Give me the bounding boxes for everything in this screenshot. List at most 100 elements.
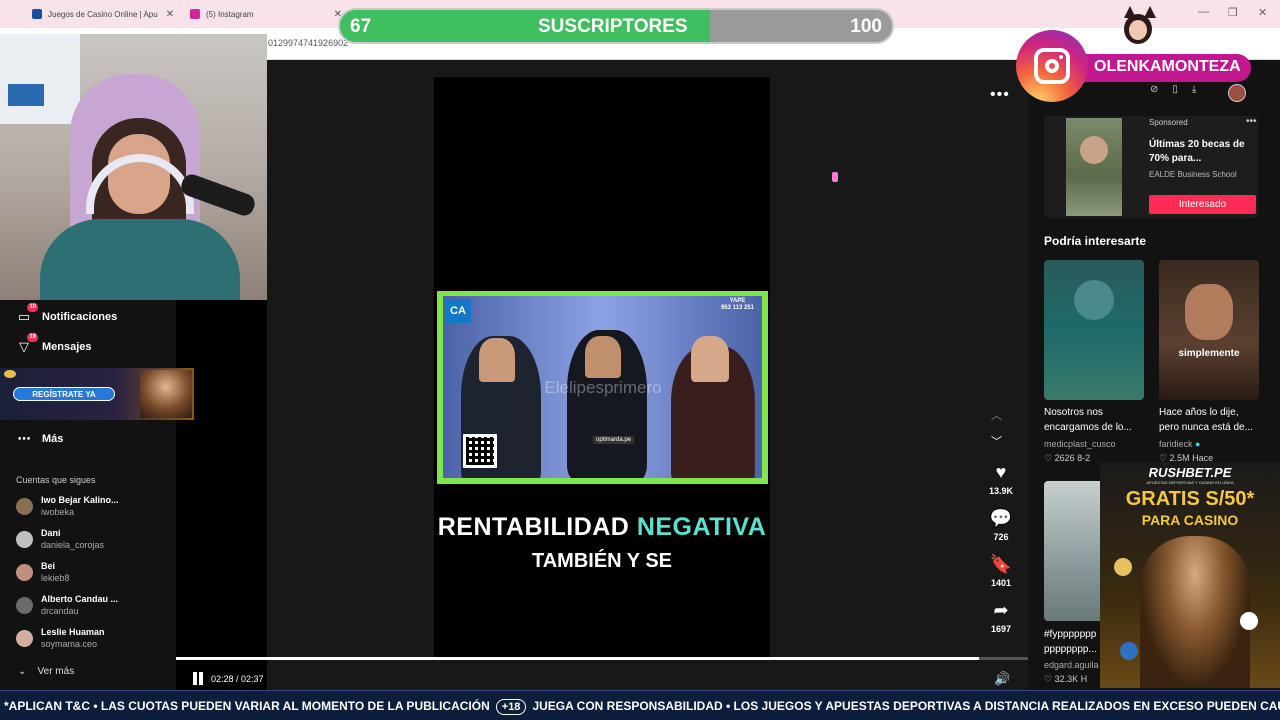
recommendation-thumbnail[interactable]: simplemente [1159, 260, 1259, 400]
like-count: 13.9K [988, 486, 1014, 496]
bookmark-action[interactable]: 🔖 1401 [982, 554, 1020, 588]
ad-more-icon[interactable]: ••• [1246, 116, 1257, 127]
register-ad-banner[interactable]: REGÍSTRATE YA [0, 368, 194, 420]
following-item[interactable]: Iwo Bejar Kalino... iwobeka [16, 495, 166, 521]
maximize-icon[interactable]: ❐ [1228, 6, 1238, 19]
nav-more[interactable]: ⋯ Más [16, 431, 64, 447]
video-progress-bar[interactable] [176, 657, 1028, 660]
avatar [16, 564, 33, 581]
comment-icon: 💬 [989, 508, 1013, 528]
recommendation-author[interactable]: faridieck ● [1159, 439, 1200, 449]
instagram-icon [1034, 48, 1070, 84]
age-restriction-badge: +18 [495, 699, 527, 715]
following-name: Dani [41, 528, 61, 538]
see-more-label: Ver más [37, 666, 75, 677]
clip-yape-label: YAPE 953 113 251 [721, 298, 754, 312]
cat-girl-mascot [1118, 6, 1158, 52]
clip-banner: optimarda.pe [593, 436, 635, 444]
phone-icon[interactable]: ▯ [1172, 84, 1178, 95]
nav-messages[interactable]: ▽ 19 Mensajes [16, 333, 92, 355]
share-icon: ➦ [993, 600, 1009, 620]
register-button[interactable]: REGÍSTRATE YA [13, 387, 115, 401]
recommendation-age: H [1080, 674, 1088, 684]
previous-video-icon[interactable]: ︿ [991, 407, 1002, 423]
disclaimer-ticker: *APLICAN T&C • LAS CUOTAS PUEDEN VARIAR … [0, 690, 1280, 720]
person-left-face [479, 338, 515, 382]
nav-label: Mensajes [42, 341, 92, 353]
tab-title: (5) Instagram [206, 9, 254, 19]
bell-icon: ▭ 10 [17, 303, 38, 324]
sponsored-label: Sponsored [1149, 118, 1188, 127]
following-item[interactable]: Leslie Huaman soymama.ceo [16, 627, 166, 653]
subscriber-goal-bar: 67 SUSCRIPTORES 100 [338, 8, 894, 44]
minimize-icon[interactable]: — [1198, 6, 1209, 18]
coin-icon [4, 370, 16, 378]
see-more-link[interactable]: ⌄ Ver más [18, 666, 74, 677]
avatar [16, 498, 33, 515]
following-item[interactable]: Bei lekieb8 [16, 561, 166, 587]
pause-icon[interactable] [192, 672, 204, 685]
close-icon[interactable]: ✕ [166, 9, 174, 20]
toolbar-icons: ⊘ ▯ ⤓ [1150, 84, 1196, 95]
nav-notifications[interactable]: ▭ 10 Notificaciones [16, 303, 117, 325]
caption-highlight: NEGATIVA [636, 513, 767, 541]
ad-model-image [140, 370, 192, 418]
recommendation-stats: ♡ 2626 8-2 [1044, 453, 1090, 464]
ad-title: Últimas 20 becas de 70% para... [1149, 139, 1245, 164]
profile-avatar[interactable] [1228, 84, 1246, 102]
ticker-segment: JUEGA CON RESPONSABILIDAD • LOS JUEGOS Y… [532, 699, 1280, 713]
recommendation-thumbnail[interactable] [1044, 260, 1144, 400]
recommendation-likes: 32.3K [1054, 674, 1079, 684]
close-window-icon[interactable]: ✕ [1258, 6, 1267, 19]
recommendation-author[interactable]: edgard.aguila [1044, 660, 1099, 670]
person-right-face [691, 336, 729, 382]
url-text: 0129974741926902 [268, 38, 349, 48]
author-name: faridieck [1159, 439, 1193, 449]
compass-icon[interactable]: ⊘ [1150, 84, 1158, 95]
message-badge: 19 [27, 333, 38, 342]
rushbet-logo: RUSHBET.PE [1148, 465, 1232, 480]
recommendation-author[interactable]: medicplast_cusco [1044, 439, 1116, 449]
creator-face [1185, 284, 1233, 340]
recommendation-age: 8-2 [1077, 453, 1091, 463]
next-video-icon[interactable]: ﹀ [991, 433, 1002, 449]
tab-title: Juegos de Casino Online | Apu [48, 9, 158, 19]
bookmark-count: 1401 [990, 578, 1012, 588]
background-screen [8, 84, 44, 106]
casino-chip-icon [1114, 558, 1132, 576]
following-handle: drcandau [41, 606, 79, 616]
browser-tab-instagram[interactable]: (5) Instagram ✕ [190, 4, 342, 24]
download-icon[interactable]: ⤓ [1192, 84, 1196, 95]
dice-icon [1240, 612, 1258, 630]
interested-button[interactable]: Interesado [1149, 195, 1256, 214]
following-item[interactable]: Dani daniela_corojas [16, 528, 166, 554]
webcam-feed [0, 34, 267, 300]
comment-action[interactable]: 💬 726 [982, 508, 1020, 542]
more-dots-icon: ⋯ [17, 431, 31, 446]
ticker-segment: *APLICAN T&C • LAS CUOTAS PUEDEN VARIAR … [4, 699, 490, 713]
chevron-down-icon: ⌄ [18, 666, 27, 677]
person-center-face [585, 336, 621, 378]
thumbnail-overlay-text: simplemente [1178, 348, 1240, 359]
rushbet-ad: RUSHBET.PE APUESTAS DEPORTIVAS Y CASINO … [1100, 462, 1280, 688]
surgeon-figure [1074, 280, 1114, 320]
avatar [16, 597, 33, 614]
recommendation-title[interactable]: Hace años lo dije, pero nunca está de... [1159, 405, 1259, 435]
heart-outline-icon: ♡ [1044, 674, 1053, 684]
share-action[interactable]: ➦ 1697 [982, 600, 1020, 634]
recommendation-title[interactable]: Nosotros nos encargamos de lo... [1044, 405, 1144, 435]
following-item[interactable]: Alberto Candau ... drcandau [16, 594, 166, 620]
instagram-favicon-icon [190, 9, 200, 19]
browser-tab-casino[interactable]: Juegos de Casino Online | Apu ✕ [32, 4, 174, 24]
mouse-cursor-icon [832, 172, 838, 182]
sponsored-ad-card[interactable]: Sponsored ••• Últimas 20 becas de 70% pa… [1044, 116, 1258, 218]
video-controls: 02:28 / 02:37 🔊 [176, 668, 1028, 690]
more-options-icon[interactable]: ••• [990, 86, 1010, 104]
like-action[interactable]: ♥ 13.9K [982, 462, 1020, 496]
following-name: Iwo Bejar Kalino... [41, 495, 119, 505]
video-clip: CA YAPE 953 113 251 Elelipesprimero opti… [437, 291, 768, 484]
volume-icon[interactable]: 🔊 [994, 671, 1010, 687]
clip-watermark: Elelipesprimero [544, 378, 662, 397]
recommendation-title[interactable]: #fyppppppp pppppppp... [1044, 627, 1100, 657]
caption-word: RENTABILIDAD [437, 513, 630, 541]
